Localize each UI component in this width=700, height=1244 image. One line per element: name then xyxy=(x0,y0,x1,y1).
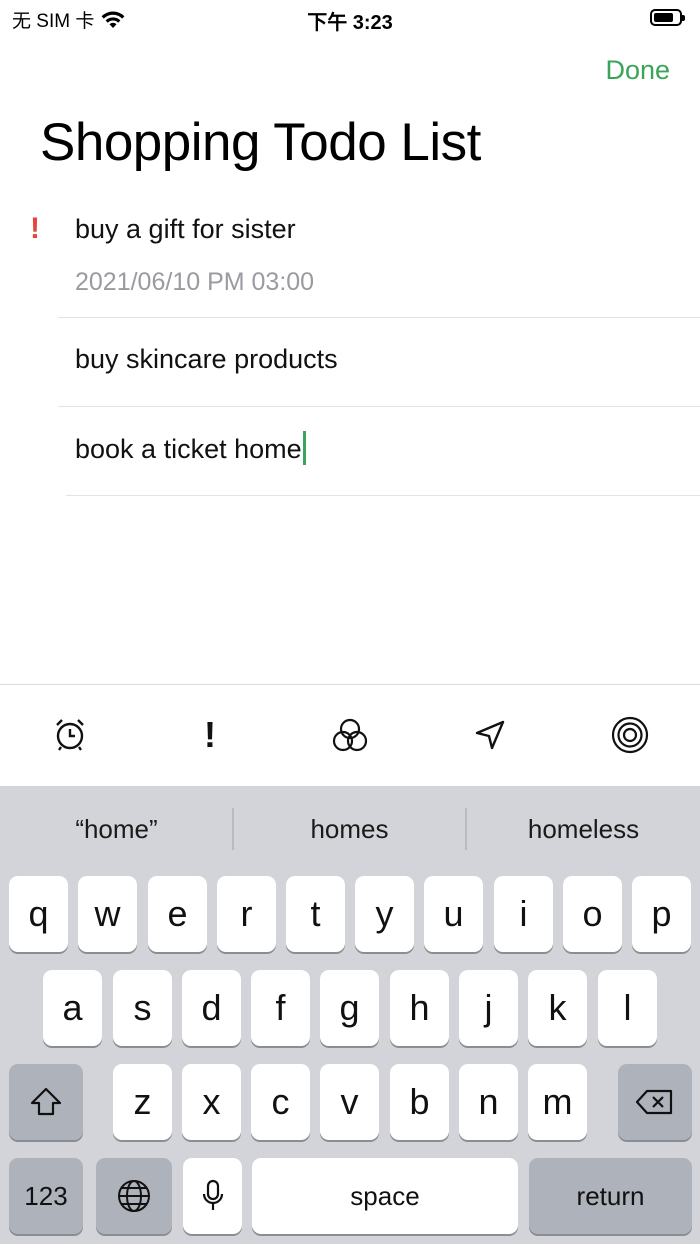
todo-item[interactable]: ! buy a gift for sister 2021/06/10 PM 03… xyxy=(0,198,700,318)
key-q[interactable]: q xyxy=(9,876,68,952)
suggestion-item[interactable]: homes xyxy=(233,814,466,845)
battery-fill xyxy=(654,13,673,22)
todo-title-input[interactable]: book a ticket home xyxy=(75,431,306,465)
globe-icon xyxy=(118,1180,150,1212)
key-h[interactable]: h xyxy=(390,970,449,1046)
shift-key[interactable] xyxy=(9,1064,83,1140)
key-j[interactable]: j xyxy=(459,970,518,1046)
todo-list: ! buy a gift for sister 2021/06/10 PM 03… xyxy=(0,198,700,496)
key-y[interactable]: y xyxy=(355,876,414,952)
key-s[interactable]: s xyxy=(113,970,172,1046)
battery-icon xyxy=(650,9,685,26)
key-n[interactable]: n xyxy=(459,1064,518,1140)
location-arrow-icon xyxy=(475,720,505,750)
key-e[interactable]: e xyxy=(148,876,207,952)
numbers-key[interactable]: 123 xyxy=(9,1158,83,1234)
key-v[interactable]: v xyxy=(320,1064,379,1140)
accessory-toolbar: ! xyxy=(0,684,700,786)
todo-title-text: book a ticket home xyxy=(75,434,302,464)
dictation-key[interactable] xyxy=(183,1158,242,1234)
key-g[interactable]: g xyxy=(320,970,379,1046)
divider xyxy=(66,495,700,496)
key-d[interactable]: d xyxy=(182,970,241,1046)
priority-button[interactable]: ! xyxy=(190,714,230,755)
text-caret xyxy=(302,431,306,465)
key-p[interactable]: p xyxy=(632,876,691,952)
microphone-icon xyxy=(202,1179,223,1210)
key-f[interactable]: f xyxy=(251,970,310,1046)
target-button[interactable] xyxy=(610,715,650,755)
status-bar: 无 SIM 卡 下午 3:23 xyxy=(0,0,700,36)
todo-title[interactable]: buy skincare products xyxy=(75,344,338,375)
return-key[interactable]: return xyxy=(529,1158,692,1234)
done-button[interactable]: Done xyxy=(605,55,670,86)
key-m[interactable]: m xyxy=(528,1064,587,1140)
key-z[interactable]: z xyxy=(113,1064,172,1140)
circles-icon xyxy=(332,718,368,752)
shift-icon xyxy=(30,1087,62,1116)
status-time: 下午 3:23 xyxy=(307,12,393,34)
suggestion-bar: “home” homes homeless xyxy=(0,786,700,872)
backspace-key[interactable] xyxy=(618,1064,692,1140)
priority-flag-icon: ! xyxy=(30,212,40,245)
target-icon xyxy=(611,716,649,754)
space-key[interactable]: space xyxy=(252,1158,518,1234)
key-t[interactable]: t xyxy=(286,876,345,952)
key-i[interactable]: i xyxy=(494,876,553,952)
key-o[interactable]: o xyxy=(563,876,622,952)
suggestion-item[interactable]: homeless xyxy=(467,814,700,845)
key-b[interactable]: b xyxy=(390,1064,449,1140)
keyboard: “home” homes homeless q w e r t y u i o … xyxy=(0,786,700,1244)
suggestion-item[interactable]: “home” xyxy=(0,814,233,845)
alarm-icon xyxy=(56,719,84,751)
key-k[interactable]: k xyxy=(528,970,587,1046)
key-c[interactable]: c xyxy=(251,1064,310,1140)
priority-icon: ! xyxy=(204,714,216,755)
page-title: Shopping Todo List xyxy=(40,113,481,172)
key-u[interactable]: u xyxy=(424,876,483,952)
alarm-button[interactable] xyxy=(50,715,90,755)
tags-button[interactable] xyxy=(330,715,370,755)
key-l[interactable]: l xyxy=(598,970,657,1046)
key-w[interactable]: w xyxy=(78,876,137,952)
todo-title[interactable]: buy a gift for sister xyxy=(75,214,296,245)
backspace-icon xyxy=(635,1089,673,1115)
location-button[interactable] xyxy=(470,715,510,755)
todo-date[interactable]: 2021/06/10 PM 03:00 xyxy=(75,268,314,297)
key-x[interactable]: x xyxy=(182,1064,241,1140)
todo-item[interactable]: buy skincare products xyxy=(0,318,700,407)
todo-item-editing[interactable]: book a ticket home xyxy=(0,407,700,496)
key-r[interactable]: r xyxy=(217,876,276,952)
key-a[interactable]: a xyxy=(43,970,102,1046)
globe-key[interactable] xyxy=(96,1158,172,1234)
